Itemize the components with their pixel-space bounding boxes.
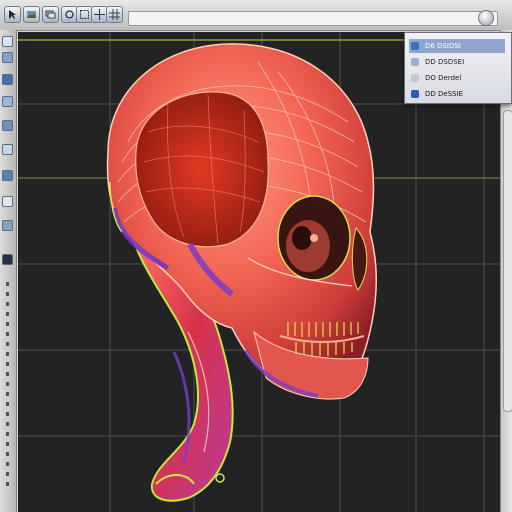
- panel-item[interactable]: DD DeSSIE: [409, 87, 505, 101]
- view-icon[interactable]: [2, 170, 13, 181]
- panel-item-label: D6 DSIDSI: [425, 42, 461, 50]
- layer-icon: [411, 74, 419, 82]
- panel-item-label: DD DeSSIE: [425, 90, 464, 98]
- info-icon[interactable]: [2, 254, 13, 265]
- pen-icon[interactable]: [2, 120, 13, 131]
- folder-icon: [411, 42, 419, 50]
- layers-panel: D6 DSIDSI DD DSDSEI DO Derdel DD DeSSIE: [404, 32, 512, 104]
- image-icon[interactable]: [23, 6, 40, 23]
- layers-icon[interactable]: [42, 6, 59, 23]
- axis-icon[interactable]: [2, 220, 13, 231]
- search-input[interactable]: [128, 11, 498, 26]
- select-tool-icon[interactable]: [2, 36, 13, 47]
- panel-item-label: DD DSDSEI: [425, 58, 465, 66]
- object-icon: [411, 58, 419, 66]
- panel-item[interactable]: DD DSDSEI: [409, 55, 505, 69]
- 3d-viewport[interactable]: [18, 32, 500, 512]
- paint-icon[interactable]: [2, 52, 13, 63]
- viewport-canvas: [18, 32, 500, 512]
- panel-item-label: DO Derdel: [425, 74, 462, 82]
- left-tool-panel: [0, 30, 17, 512]
- shield-icon: [411, 90, 419, 98]
- eye-icon[interactable]: [2, 196, 13, 207]
- scrollbar-track[interactable]: [503, 110, 512, 412]
- brain-cavity: [135, 91, 269, 248]
- ruler-marks: [6, 282, 9, 492]
- panel-item[interactable]: D6 DSIDSI: [409, 39, 505, 53]
- grid-icon[interactable]: [106, 6, 123, 23]
- top-toolbar: [0, 0, 512, 31]
- warp-icon[interactable]: [2, 144, 13, 155]
- arrow-icon[interactable]: [4, 6, 21, 23]
- shape-icon[interactable]: [2, 74, 13, 85]
- panel-item[interactable]: DO Derdel: [409, 71, 505, 85]
- render-icon[interactable]: [478, 10, 494, 26]
- node-icon[interactable]: [2, 96, 13, 107]
